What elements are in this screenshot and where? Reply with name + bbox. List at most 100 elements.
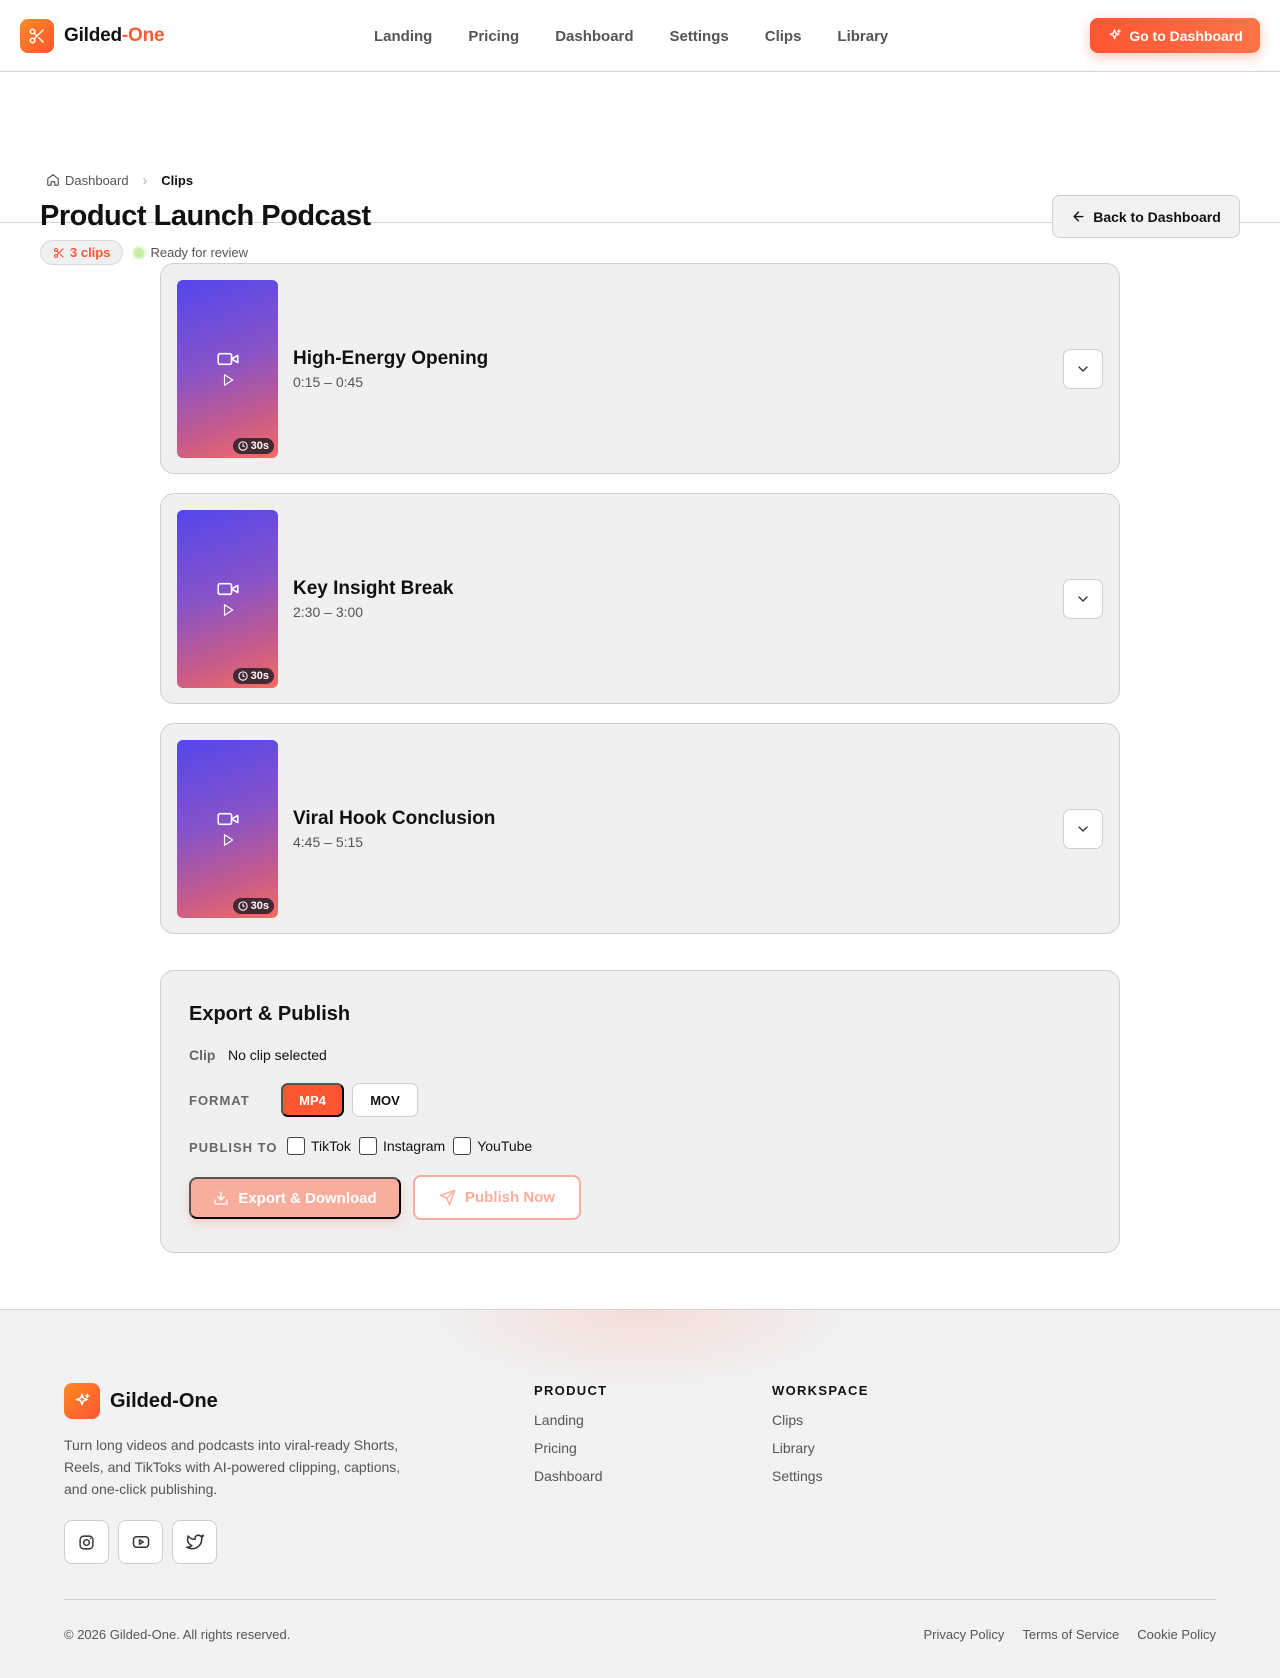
- clip-title: High-Energy Opening: [293, 348, 489, 369]
- main-nav: Landing Pricing Dashboard Settings Clips…: [374, 0, 888, 72]
- duration-label: 30s: [250, 440, 269, 452]
- breadcrumb-home[interactable]: Dashboard: [46, 173, 129, 188]
- export-publish-panel: Export & Publish Clip No clip selected F…: [160, 970, 1120, 1253]
- export-download-label: Export & Download: [238, 1189, 377, 1207]
- nav-landing[interactable]: Landing: [374, 28, 432, 45]
- page-title: Product Launch Podcast: [40, 200, 371, 232]
- clip-time-range: 2:30 – 3:00: [293, 604, 364, 620]
- breadcrumb-separator: ›: [142, 172, 148, 188]
- footer-workspace-title: WORKSPACE: [772, 1383, 869, 1398]
- go-to-dashboard-button[interactable]: Go to Dashboard: [1090, 18, 1260, 53]
- clip-time-range: 4:45 – 5:15: [293, 834, 364, 850]
- youtube-checkbox[interactable]: [453, 1137, 472, 1155]
- clip-thumbnail[interactable]: 30s: [177, 740, 278, 918]
- brand-name-accent: -One: [121, 24, 165, 46]
- legal-links: Privacy Policy Terms of Service Cookie P…: [924, 1627, 1217, 1642]
- scissors-icon: [20, 18, 54, 53]
- footer-product-column: PRODUCT Landing Pricing Dashboard: [534, 1383, 607, 1496]
- video-icon: [216, 811, 239, 827]
- status-label: Ready for review: [150, 245, 249, 260]
- nav-settings[interactable]: Settings: [670, 28, 729, 45]
- clip-thumbnail[interactable]: 30s: [177, 510, 278, 688]
- footer-link-pricing[interactable]: Pricing: [534, 1440, 607, 1456]
- selected-clip-value: No clip selected: [228, 1047, 327, 1063]
- brand[interactable]: Gilded-One: [20, 18, 165, 53]
- expand-clip-button[interactable]: [1063, 809, 1103, 849]
- expand-clip-button[interactable]: [1063, 579, 1103, 619]
- footer-workspace-column: WORKSPACE Clips Library Settings: [772, 1383, 869, 1496]
- publish-now-button[interactable]: Publish Now: [413, 1175, 581, 1220]
- platform-instagram[interactable]: Instagram: [358, 1137, 446, 1155]
- page-meta: 3 clips Ready for review: [40, 240, 248, 265]
- scissors-icon: [53, 247, 65, 259]
- clip-count-label: 3 clips: [70, 245, 111, 260]
- page-header: Dashboard › Clips Product Launch Podcast…: [0, 72, 1280, 265]
- platform-youtube[interactable]: YouTube: [453, 1137, 532, 1155]
- nav-clips[interactable]: Clips: [765, 28, 802, 45]
- format-label: FORMAT: [189, 1093, 250, 1108]
- footer-brand-name: Gilded-One: [110, 1389, 218, 1412]
- play-icon[interactable]: [221, 373, 235, 387]
- selected-clip-label: Clip: [189, 1047, 216, 1063]
- top-navigation: Gilded-One Landing Pricing Dashboard Set…: [0, 0, 1280, 72]
- social-links: [64, 1520, 217, 1564]
- footer-link-landing[interactable]: Landing: [534, 1412, 607, 1428]
- platform-tiktok[interactable]: TikTok: [287, 1137, 351, 1155]
- cookie-policy-link[interactable]: Cookie Policy: [1137, 1627, 1216, 1642]
- publish-now-label: Publish Now: [465, 1189, 555, 1206]
- instagram-checkbox[interactable]: [358, 1137, 377, 1155]
- instagram-icon[interactable]: [64, 1520, 109, 1564]
- footer-link-library[interactable]: Library: [772, 1440, 869, 1456]
- play-icon[interactable]: [221, 833, 235, 847]
- status-indicator: Ready for review: [134, 245, 248, 260]
- nav-pricing[interactable]: Pricing: [468, 28, 519, 45]
- clip-card[interactable]: 30s High-Energy Opening 0:15 – 0:45: [160, 263, 1120, 474]
- chevron-down-icon: [1075, 361, 1091, 377]
- status-dot: [134, 247, 145, 258]
- back-to-dashboard-label: Back to Dashboard: [1093, 208, 1221, 225]
- footer-brand[interactable]: Gilded-One: [64, 1383, 218, 1419]
- video-icon: [216, 351, 239, 367]
- format-mp4-button[interactable]: MP4: [281, 1083, 344, 1117]
- duration-label: 30s: [250, 670, 269, 682]
- breadcrumb-home-label: Dashboard: [65, 172, 129, 188]
- expand-clip-button[interactable]: [1063, 349, 1103, 389]
- privacy-policy-link[interactable]: Privacy Policy: [924, 1627, 1005, 1642]
- play-icon[interactable]: [221, 603, 235, 617]
- clip-list: 30s High-Energy Opening 0:15 – 0:45 30s: [160, 263, 1120, 953]
- download-icon: [213, 1190, 229, 1206]
- instagram-label: Instagram: [382, 1138, 446, 1154]
- publish-to-label: PUBLISH TO: [189, 1140, 278, 1155]
- nav-library[interactable]: Library: [837, 28, 888, 45]
- clip-card[interactable]: 30s Key Insight Break 2:30 – 3:00: [160, 493, 1120, 704]
- footer-link-clips[interactable]: Clips: [772, 1412, 869, 1428]
- clip-time-range: 0:15 – 0:45: [293, 374, 364, 390]
- format-mov-button[interactable]: MOV: [352, 1083, 418, 1117]
- footer-link-dashboard[interactable]: Dashboard: [534, 1468, 607, 1484]
- platform-options: TikTok Instagram YouTube: [287, 1137, 540, 1155]
- breadcrumb-current: Clips: [161, 172, 194, 188]
- sparkles-icon: [1107, 28, 1122, 43]
- back-to-dashboard-button[interactable]: Back to Dashboard: [1052, 195, 1240, 238]
- brand-name: Gilded-One: [64, 24, 165, 47]
- youtube-icon[interactable]: [118, 1520, 163, 1564]
- tiktok-label: TikTok: [311, 1138, 351, 1154]
- breadcrumb: Dashboard › Clips: [46, 172, 193, 188]
- twitter-icon[interactable]: [172, 1520, 217, 1564]
- terms-of-service-link[interactable]: Terms of Service: [1022, 1627, 1119, 1642]
- footer-divider: [64, 1599, 1216, 1600]
- copyright: © 2026 Gilded-One. All rights reserved.: [64, 1627, 291, 1642]
- clip-card[interactable]: 30s Viral Hook Conclusion 4:45 – 5:15: [160, 723, 1120, 934]
- duration-badge: 30s: [232, 438, 274, 454]
- tiktok-checkbox[interactable]: [287, 1137, 305, 1155]
- export-download-button[interactable]: Export & Download: [189, 1177, 401, 1219]
- footer: Gilded-One Turn long videos and podcasts…: [0, 1309, 1280, 1678]
- brand-name-primary: Gilded: [64, 24, 122, 46]
- video-icon: [216, 581, 239, 597]
- footer-link-settings[interactable]: Settings: [772, 1468, 869, 1484]
- clip-thumbnail[interactable]: 30s: [177, 280, 278, 458]
- chevron-down-icon: [1075, 821, 1091, 837]
- nav-dashboard[interactable]: Dashboard: [555, 28, 633, 45]
- send-icon: [439, 1189, 456, 1206]
- arrow-left-icon: [1071, 209, 1086, 224]
